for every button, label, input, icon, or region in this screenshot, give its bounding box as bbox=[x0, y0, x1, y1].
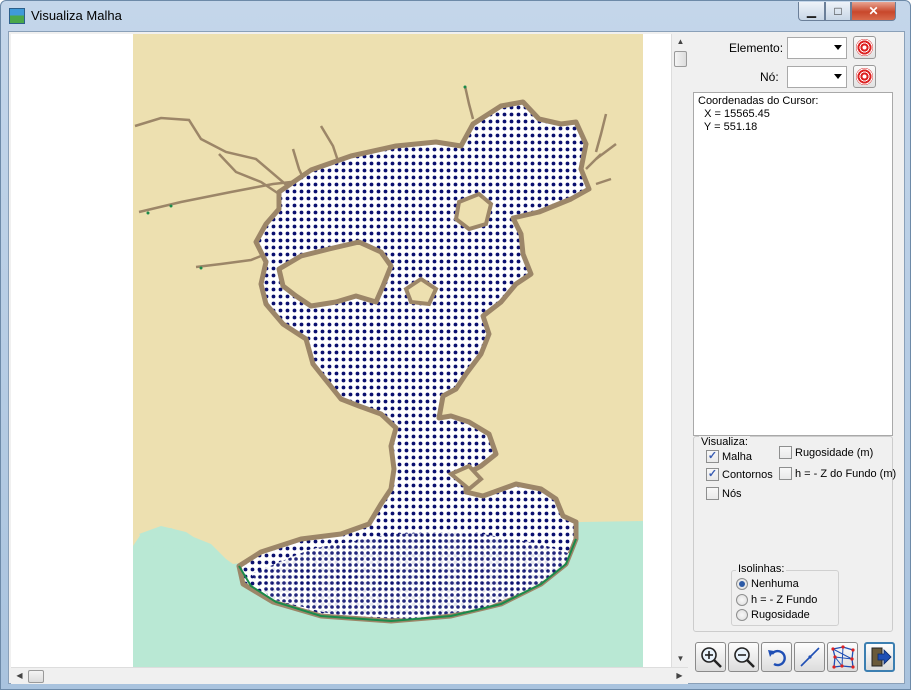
target-icon bbox=[856, 68, 873, 85]
vertical-scrollbar[interactable]: ▲ ▼ bbox=[671, 34, 688, 667]
rugosidade-radio-label: Rugosidade bbox=[751, 609, 810, 621]
chevron-down-icon bbox=[834, 45, 842, 50]
mesh-view[interactable] bbox=[11, 34, 671, 667]
rugosidade-checkbox[interactable]: Rugosidade (m) bbox=[779, 446, 873, 459]
no-label: Nó: bbox=[760, 70, 779, 84]
hfundo-checkbox[interactable]: h = - Z do Fundo (m) bbox=[779, 467, 896, 480]
scroll-down-icon[interactable]: ▼ bbox=[672, 654, 689, 663]
empty-checkbox-icon bbox=[779, 467, 792, 480]
window-title: Visualiza Malha bbox=[31, 8, 122, 23]
isolinhas-hfundo-radio[interactable]: h = - Z Fundo bbox=[736, 594, 817, 606]
horizontal-scrollbar[interactable]: ◀ ▶ bbox=[11, 667, 688, 684]
empty-checkbox-icon bbox=[779, 446, 792, 459]
malha-label: Malha bbox=[722, 450, 752, 463]
vertical-scroll-thumb[interactable] bbox=[674, 51, 687, 67]
radio-icon bbox=[736, 609, 748, 621]
client-area: ▲ ▼ ◀ ▶ Elemento: Nó: Coordenadas do Cur… bbox=[8, 31, 905, 684]
title-bar[interactable]: Visualiza Malha ▁ □ ✕ bbox=[1, 1, 910, 31]
undo-icon bbox=[767, 649, 786, 667]
isolinhas-rugosidade-radio[interactable]: Rugosidade bbox=[736, 609, 810, 621]
close-button[interactable]: ✕ bbox=[851, 2, 896, 21]
undo-button[interactable] bbox=[761, 642, 792, 672]
draw-line-button[interactable] bbox=[794, 642, 825, 672]
nos-checkbox[interactable]: Nós bbox=[706, 487, 742, 500]
locate-node-button[interactable] bbox=[853, 65, 876, 88]
chevron-down-icon bbox=[834, 74, 842, 79]
elemento-select[interactable] bbox=[787, 37, 847, 59]
checkmark-icon: ✓ bbox=[706, 468, 719, 481]
app-icon bbox=[9, 8, 25, 24]
mesh-canvas[interactable] bbox=[11, 34, 671, 667]
window: Visualiza Malha ▁ □ ✕ ▲ ▼ ◀ ▶ Elemento: … bbox=[0, 0, 911, 690]
scroll-up-icon[interactable]: ▲ bbox=[672, 37, 689, 46]
exit-button[interactable] bbox=[864, 642, 895, 672]
isolinhas-legend: Isolinhas: bbox=[736, 563, 787, 575]
target-icon bbox=[856, 39, 873, 56]
line-icon bbox=[799, 647, 820, 667]
horizontal-scroll-thumb[interactable] bbox=[28, 670, 44, 683]
elemento-label: Elemento: bbox=[729, 41, 784, 55]
nenhuma-label: Nenhuma bbox=[751, 578, 799, 590]
nos-label: Nós bbox=[722, 487, 742, 500]
no-select[interactable] bbox=[787, 66, 847, 88]
mesh-icon bbox=[830, 645, 855, 669]
zoom-in-button[interactable] bbox=[695, 642, 726, 672]
cursor-coordinates-box: Coordenadas do Cursor: X = 15565.45 Y = … bbox=[693, 92, 893, 436]
zoom-out-icon bbox=[733, 647, 755, 668]
contornos-label: Contornos bbox=[722, 468, 773, 481]
scroll-right-icon[interactable]: ▶ bbox=[671, 671, 688, 680]
isolinhas-nenhuma-radio[interactable]: Nenhuma bbox=[736, 578, 799, 590]
coords-x: X = 15565.45 bbox=[698, 108, 770, 120]
checkmark-icon: ✓ bbox=[706, 450, 719, 463]
visualiza-legend: Visualiza: bbox=[699, 436, 750, 448]
island-small-1 bbox=[453, 191, 494, 232]
zoom-out-button[interactable] bbox=[728, 642, 759, 672]
zoom-in-icon bbox=[700, 647, 722, 668]
locate-element-button[interactable] bbox=[853, 36, 876, 59]
mesh-edit-button[interactable] bbox=[827, 642, 858, 672]
radio-selected-icon bbox=[736, 578, 748, 590]
coords-heading: Coordenadas do Cursor: bbox=[698, 95, 819, 107]
malha-checkbox[interactable]: ✓ Malha bbox=[706, 450, 752, 463]
hfundo-label: h = - Z do Fundo (m) bbox=[795, 467, 897, 480]
maximize-button[interactable]: □ bbox=[825, 2, 851, 21]
coords-y: Y = 551.18 bbox=[698, 121, 758, 133]
empty-checkbox-icon bbox=[706, 487, 719, 500]
hfundo-radio-label: h = - Z Fundo bbox=[751, 594, 818, 606]
minimize-button[interactable]: ▁ bbox=[798, 2, 825, 21]
radio-icon bbox=[736, 594, 748, 606]
contornos-checkbox[interactable]: ✓ Contornos bbox=[706, 468, 773, 481]
rugosidade-label: Rugosidade (m) bbox=[795, 446, 874, 459]
exit-icon bbox=[871, 647, 892, 667]
scroll-left-icon[interactable]: ◀ bbox=[11, 671, 28, 680]
